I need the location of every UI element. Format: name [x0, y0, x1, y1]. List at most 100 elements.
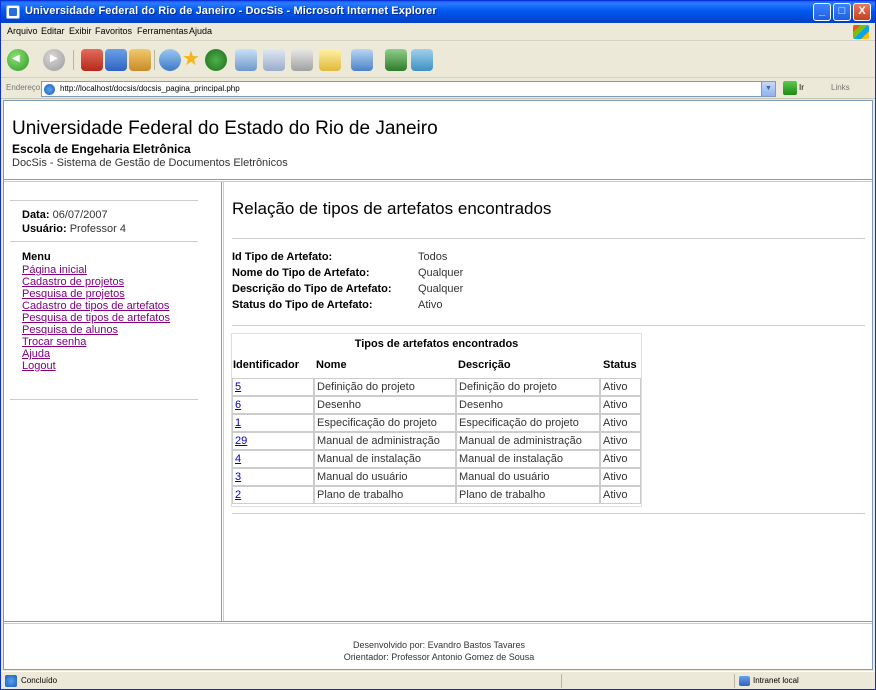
filter-label: Id Tipo de Artefato: [232, 251, 333, 263]
title-bar[interactable]: Universidade Federal do Rio de Janeiro -… [1, 1, 875, 23]
footer-advisor: Orientador: Professor Antonio Gomez de S… [343, 652, 535, 662]
artifact-type-link[interactable]: 6 [235, 399, 241, 411]
menu-favoritos[interactable]: Favoritos [95, 26, 132, 36]
cell-status: Ativo [600, 450, 641, 468]
go-icon[interactable] [783, 81, 797, 95]
sidebar-line [10, 241, 198, 242]
sidebar-link-logout[interactable]: Logout [22, 360, 56, 372]
maximize-button[interactable]: □ [833, 3, 851, 21]
toolbar-separator [73, 50, 74, 70]
cell-nome: Desenho [314, 396, 456, 414]
links-button[interactable]: Links [831, 83, 850, 92]
menu-exibir[interactable]: Exibir [69, 26, 92, 36]
cell-identificador: 6 [232, 396, 314, 414]
home-icon[interactable] [129, 49, 151, 71]
search-icon[interactable] [159, 49, 181, 71]
sidebar-link-pesquisa-alunos[interactable]: Pesquisa de alunos [22, 324, 118, 336]
sidebar-link-pesquisa-projetos[interactable]: Pesquisa de projetos [22, 288, 125, 300]
filter-label: Nome do Tipo de Artefato: [232, 267, 370, 279]
sidebar-link-pesquisa-tipos[interactable]: Pesquisa de tipos de artefatos [22, 312, 170, 324]
cell-identificador: 3 [232, 468, 314, 486]
stop-icon[interactable] [81, 49, 103, 71]
address-input[interactable]: http://localhost/docsis/docsis_pagina_pr… [41, 81, 776, 97]
history-icon[interactable] [235, 49, 257, 71]
filter-row: Id Tipo de Artefato: Todos [232, 251, 447, 263]
window-title: Universidade Federal do Rio de Janeiro -… [25, 5, 437, 17]
windows-logo-icon [853, 25, 869, 39]
cell-descricao: Desenho [456, 396, 600, 414]
back-icon[interactable] [7, 49, 29, 71]
sidebar-divider [221, 182, 222, 622]
artifact-type-link[interactable]: 2 [235, 489, 241, 501]
cell-descricao: Especificação do projeto [456, 414, 600, 432]
sidebar-line [10, 399, 198, 400]
sidebar-link-pagina-inicial[interactable]: Página inicial [22, 264, 87, 276]
forward-icon[interactable] [43, 49, 65, 71]
table-row: 3 Manual do usuário Manual do usuário Ativo [232, 468, 641, 486]
cell-status: Ativo [600, 432, 641, 450]
artifact-type-link[interactable]: 5 [235, 381, 241, 393]
filter-value: Qualquer [418, 267, 464, 279]
refresh-icon[interactable] [105, 49, 127, 71]
messenger-icon[interactable] [411, 49, 433, 71]
address-dropdown-icon[interactable]: ▼ [761, 82, 775, 96]
menu-ajuda[interactable]: Ajuda [189, 26, 212, 36]
column-header-nome: Nome [316, 359, 347, 371]
discuss-icon[interactable] [351, 49, 373, 71]
cell-nome: Manual do usuário [314, 468, 456, 486]
sidebar-divider [223, 182, 224, 622]
artifact-type-link[interactable]: 3 [235, 471, 241, 483]
table-row: 4 Manual de instalação Manual de instalaçã… [232, 450, 641, 468]
column-header-identificador: Identificador [233, 359, 300, 371]
status-separator [734, 674, 735, 688]
status-bar: Concluído Intranet local [1, 671, 875, 689]
media-icon[interactable] [205, 49, 227, 71]
cell-status: Ativo [600, 378, 641, 396]
sidebar-link-cadastro-tipos[interactable]: Cadastro de tipos de artefatos [22, 300, 169, 312]
sidebar-link-cadastro-projetos[interactable]: Cadastro de projetos [22, 276, 124, 288]
cell-identificador: 4 [232, 450, 314, 468]
address-url[interactable]: http://localhost/docsis/docsis_pagina_pr… [60, 84, 240, 93]
system-name: DocSis - Sistema de Gestão de Documentos… [12, 157, 288, 169]
cell-descricao: Manual de instalação [456, 450, 600, 468]
security-zone: Intranet local [753, 676, 799, 685]
artifact-type-link[interactable]: 4 [235, 453, 241, 465]
table-row: 2 Plano de trabalho Plano de trabalho Ativo [232, 486, 641, 504]
main-divider [232, 325, 865, 326]
favorites-star-icon[interactable]: ★ [181, 49, 201, 71]
filter-value: Qualquer [418, 283, 464, 295]
cell-status: Ativo [600, 486, 641, 504]
menu-bar: Arquivo Editar Exibir Favoritos Ferramen… [1, 23, 875, 41]
go-button[interactable]: Ir [799, 83, 804, 92]
browser-window: Universidade Federal do Rio de Janeiro -… [0, 0, 876, 690]
sidebar-link-trocar-senha[interactable]: Trocar senha [22, 336, 86, 348]
menu-editar[interactable]: Editar [41, 26, 65, 36]
close-button[interactable]: X [853, 3, 871, 21]
filter-value: Ativo [418, 299, 443, 311]
minimize-button[interactable]: _ [813, 3, 831, 21]
sidebar-link-ajuda[interactable]: Ajuda [22, 348, 50, 360]
cell-descricao: Manual de administração [456, 432, 600, 450]
print-icon[interactable] [291, 49, 313, 71]
menu-ferramentas[interactable]: Ferramentas [137, 26, 188, 36]
cell-nome: Definição do projeto [314, 378, 456, 396]
mail-icon[interactable] [263, 49, 285, 71]
research-icon[interactable] [385, 49, 407, 71]
cell-descricao: Definição do projeto [456, 378, 600, 396]
menu-arquivo[interactable]: Arquivo [7, 26, 38, 36]
address-bar: Endereço http://localhost/docsis/docsis_… [1, 79, 875, 99]
header-divider [4, 181, 872, 182]
table-row: 5 Definição do projeto Definição do projet… [232, 378, 641, 396]
address-label: Endereço [6, 83, 41, 92]
status-text: Concluído [21, 676, 58, 685]
cell-status: Ativo [600, 414, 641, 432]
menu-title: Menu [22, 251, 51, 263]
cell-status: Ativo [600, 396, 641, 414]
user-label: Usuário: [22, 223, 67, 235]
cell-nome: Manual de administração [314, 432, 456, 450]
edit-icon[interactable] [319, 49, 341, 71]
artifact-type-link[interactable]: 1 [235, 417, 241, 429]
column-header-descricao: Descrição [458, 359, 511, 371]
main-divider [232, 238, 865, 239]
artifact-type-link[interactable]: 29 [235, 435, 247, 447]
